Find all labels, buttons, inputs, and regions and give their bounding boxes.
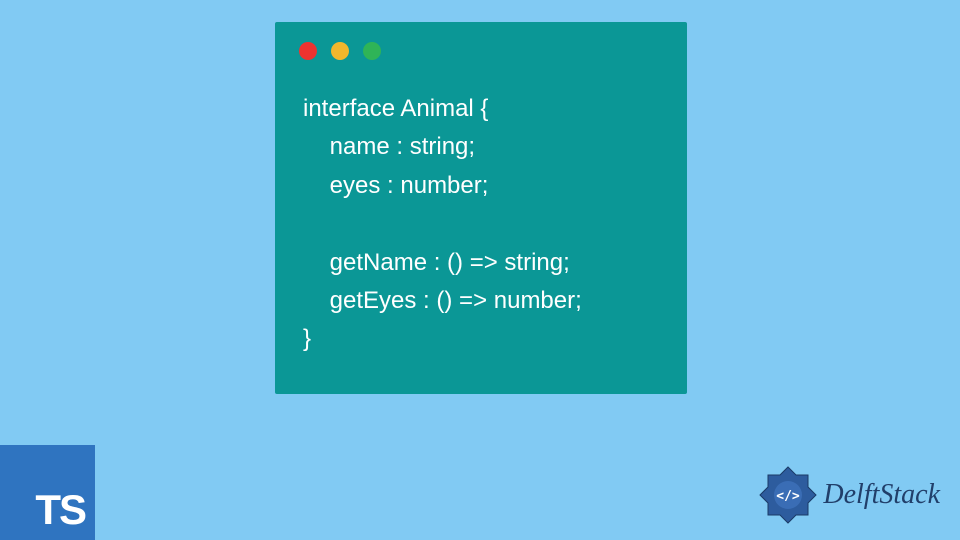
code-window: interface Animal { name : string; eyes :… xyxy=(275,22,687,394)
window-controls xyxy=(275,22,687,60)
code-content: interface Animal { name : string; eyes :… xyxy=(275,60,687,359)
close-dot-icon xyxy=(299,42,317,60)
minimize-dot-icon xyxy=(331,42,349,60)
typescript-badge: TS xyxy=(0,445,95,540)
typescript-badge-label: TS xyxy=(35,486,85,534)
delftstack-logo-icon: </> xyxy=(757,464,819,526)
svg-text:</>: </> xyxy=(777,489,801,504)
brand-name: DelftStack xyxy=(823,479,940,511)
brand-logo-container: </> DelftStack xyxy=(757,464,940,526)
maximize-dot-icon xyxy=(363,42,381,60)
